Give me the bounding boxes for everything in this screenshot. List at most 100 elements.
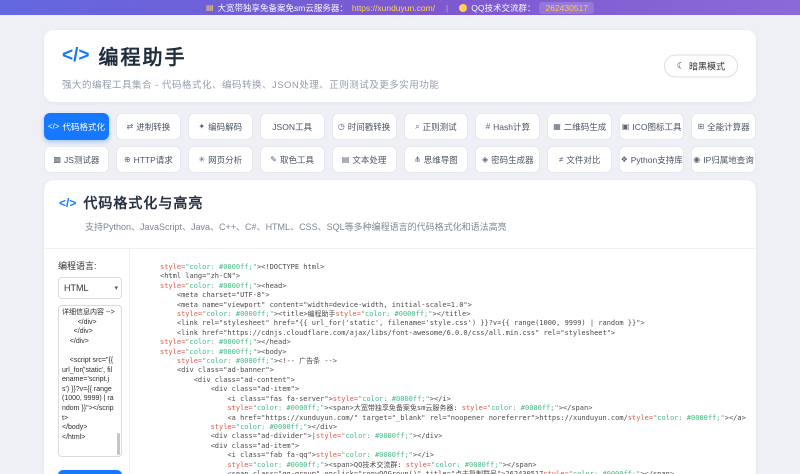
http-request-icon: ⊕ xyxy=(124,155,131,164)
tab-label: Hash计算 xyxy=(493,121,530,133)
encode-decode-icon: ✦ xyxy=(198,122,205,131)
code-line: <a href="https://xunduyun.com/" target="… xyxy=(160,414,748,423)
code-line: <link href="https://cdnjs.cloudflare.com… xyxy=(160,329,748,338)
code-line: style="color: #0000ff;"><title>编程助手style… xyxy=(160,310,748,319)
tab-label: 思维导图 xyxy=(424,154,458,166)
tool-nav-row: ▩JS测试器⊕HTTP请求✳网页分析✎取色工具▤文本处理⋔思维导图◈密码生成器≠… xyxy=(44,146,756,173)
tab-label: JS测试器 xyxy=(64,154,99,166)
tab-http-request[interactable]: ⊕HTTP请求 xyxy=(116,146,181,173)
code-output: style="color: #0000ff;"><!DOCTYPE html><… xyxy=(129,249,756,474)
tab-base-convert[interactable]: ⇄进制转换 xyxy=(116,113,181,140)
code-line: <div class="ad-item"> xyxy=(160,385,748,394)
tab-ico-tools[interactable]: ▣ICO图标工具 xyxy=(619,113,684,140)
tab-label: 文本处理 xyxy=(352,154,386,166)
tab-json-tools[interactable]: JSON工具 xyxy=(260,113,325,140)
tab-label: 密码生成器 xyxy=(491,154,534,166)
ico-tools-icon: ▣ xyxy=(622,122,630,131)
section-title: 代码格式化与高亮 xyxy=(83,193,203,213)
password-gen-icon: ◈ xyxy=(482,155,488,164)
tab-label: 编码解码 xyxy=(208,121,242,133)
code-line: <span class="qq-group" onclick="copyQQGr… xyxy=(160,470,748,474)
code-line: style="color: #0000ff;"><body> xyxy=(160,348,748,357)
code-line: style="color: #0000ff;"><!DOCTYPE html> xyxy=(160,263,748,272)
tab-label: HTTP请求 xyxy=(134,154,173,166)
promo-topbar: ▤ 大宽带独享免备案免sm云服务器： https://xunduyun.com/… xyxy=(0,0,800,15)
code-line: <div class="ad-banner"> xyxy=(160,366,748,375)
code-line: style="color: #0000ff;"></head> xyxy=(160,338,748,347)
color-picker-icon: ✎ xyxy=(270,155,277,164)
section-header: </> 代码格式化与高亮 支持Python、JavaScript、Java、C+… xyxy=(44,180,756,248)
tab-regex-test[interactable]: ⌕ 正则测试 xyxy=(404,113,469,140)
tab-js-tester[interactable]: ▩JS测试器 xyxy=(44,146,109,173)
code-line: <div class="ad-divider">|style="color: #… xyxy=(160,432,748,441)
tab-label: 二维码生成 xyxy=(564,121,607,133)
ip-lookup-icon: ◉ xyxy=(693,155,700,164)
format-code-button[interactable]: ✎ 格式化代码 xyxy=(58,470,122,474)
tab-password-gen[interactable]: ◈密码生成器 xyxy=(475,146,540,173)
tab-label: 网页分析 xyxy=(208,154,242,166)
tab-timestamp-convert[interactable]: ◷时间戳转换 xyxy=(332,113,397,140)
tab-label: 全能计算器 xyxy=(707,121,750,133)
base-convert-icon: ⇄ xyxy=(126,122,133,131)
web-analyze-icon: ✳ xyxy=(198,155,205,164)
code-line: <i class="fab fa-qq">style="color: #0000… xyxy=(160,451,748,460)
code-line: <link rel="stylesheet" href="{{ url_for(… xyxy=(160,319,748,328)
tab-python-libs[interactable]: ❖Python支持库 xyxy=(619,146,684,173)
page-subtitle: 强大的编程工具集合 - 代码格式化、编码转换、JSON处理、正则测试及更多实用功… xyxy=(62,77,738,91)
qq-group-number[interactable]: 262430517 xyxy=(539,2,594,14)
tab-mind-map[interactable]: ⋔思维导图 xyxy=(404,146,469,173)
language-label: 编程语言: xyxy=(58,259,129,272)
tab-label: 时间戳转换 xyxy=(348,121,391,133)
code-line: style="color: #0000ff;"><!-- 广告条 --> xyxy=(160,357,748,366)
file-diff-icon: ≠ xyxy=(559,155,563,164)
tab-calculator[interactable]: ⊞全能计算器 xyxy=(691,113,756,140)
tool-nav-row: </>代码格式化 ⇄进制转换 ✦编码解码 JSON工具 ◷时间戳转换 ⌕ 正则测试 #Hash… xyxy=(44,113,756,140)
qq-group-label: QQ技术交流群： xyxy=(471,2,535,14)
tab-qrcode-gen[interactable]: ▦二维码生成 xyxy=(547,113,612,140)
qq-icon xyxy=(459,4,467,12)
tab-code-format[interactable]: </>代码格式化 xyxy=(44,113,109,140)
code-format-icon: </> xyxy=(48,122,60,131)
tab-label: Python支持库 xyxy=(631,154,683,166)
tab-label: 正则测试 xyxy=(423,121,457,133)
language-select[interactable]: HTML xyxy=(58,277,122,299)
code-line: style="color: #0000ff;"><head> xyxy=(160,282,748,291)
mind-map-icon: ⋔ xyxy=(414,155,421,164)
code-line: <meta name="viewport" content="width=dev… xyxy=(160,301,748,310)
text-process-icon: ▤ xyxy=(342,155,350,164)
code-line: <div class="ad-content"> xyxy=(160,376,748,385)
tab-file-diff[interactable]: ≠文件对比 xyxy=(547,146,612,173)
source-code-input[interactable]: 详细信息内容 --> </div> </div> </div> <script … xyxy=(58,305,122,457)
tab-label: IP归属地查询 xyxy=(703,154,754,166)
code-line: <meta charset="UTF-8"> xyxy=(160,291,748,300)
section-subtitle: 支持Python、JavaScript、Java、C++、C#、HTML、CSS… xyxy=(85,220,740,233)
moon-icon: ☾ xyxy=(677,61,685,72)
brand: </> 编程助手 xyxy=(62,41,738,70)
tab-hash-calc[interactable]: #Hash计算 xyxy=(475,113,540,140)
code-line: style="color: #0000ff;"><span>大宽带独享免备案免s… xyxy=(160,404,748,413)
promo-link[interactable]: https://xunduyun.com/ xyxy=(352,3,435,13)
tab-ip-lookup[interactable]: ◉IP归属地查询 xyxy=(691,146,756,173)
tab-label: 进制转换 xyxy=(136,121,170,133)
promo-label: 大宽带独享免备案免sm云服务器： xyxy=(218,2,348,14)
tool-nav: </>代码格式化 ⇄进制转换 ✦编码解码 JSON工具 ◷时间戳转换 ⌕ 正则测试 #Hash… xyxy=(44,113,756,173)
tab-color-picker[interactable]: ✎取色工具 xyxy=(260,146,325,173)
dark-mode-button[interactable]: ☾ 暗黑模式 xyxy=(664,55,738,78)
tab-label: JSON工具 xyxy=(272,121,312,133)
timestamp-convert-icon: ◷ xyxy=(338,122,345,131)
code-line: <html lang="zh-CN"> xyxy=(160,272,748,281)
code-line: style="color: #0000ff;"></div> xyxy=(160,423,748,432)
code-line: <i class="fas fa-server">style="color: #… xyxy=(160,395,748,404)
js-tester-icon: ▩ xyxy=(53,155,61,164)
textarea-scrollbar[interactable] xyxy=(117,433,120,455)
tab-web-analyze[interactable]: ✳网页分析 xyxy=(188,146,253,173)
tab-label: 代码格式化 xyxy=(62,121,105,133)
regex-test-icon: ⌕ xyxy=(415,122,419,132)
editor-sidebar: 编程语言: HTML ▾ 详细信息内容 --> </div> </div> </… xyxy=(44,249,129,474)
tab-text-process[interactable]: ▤文本处理 xyxy=(332,146,397,173)
tab-label: 取色工具 xyxy=(280,154,314,166)
code-section-icon: </> xyxy=(59,196,76,210)
tab-encode-decode[interactable]: ✦编码解码 xyxy=(188,113,253,140)
code-logo-icon: </> xyxy=(62,45,89,67)
dark-mode-label: 暗黑模式 xyxy=(689,60,725,73)
